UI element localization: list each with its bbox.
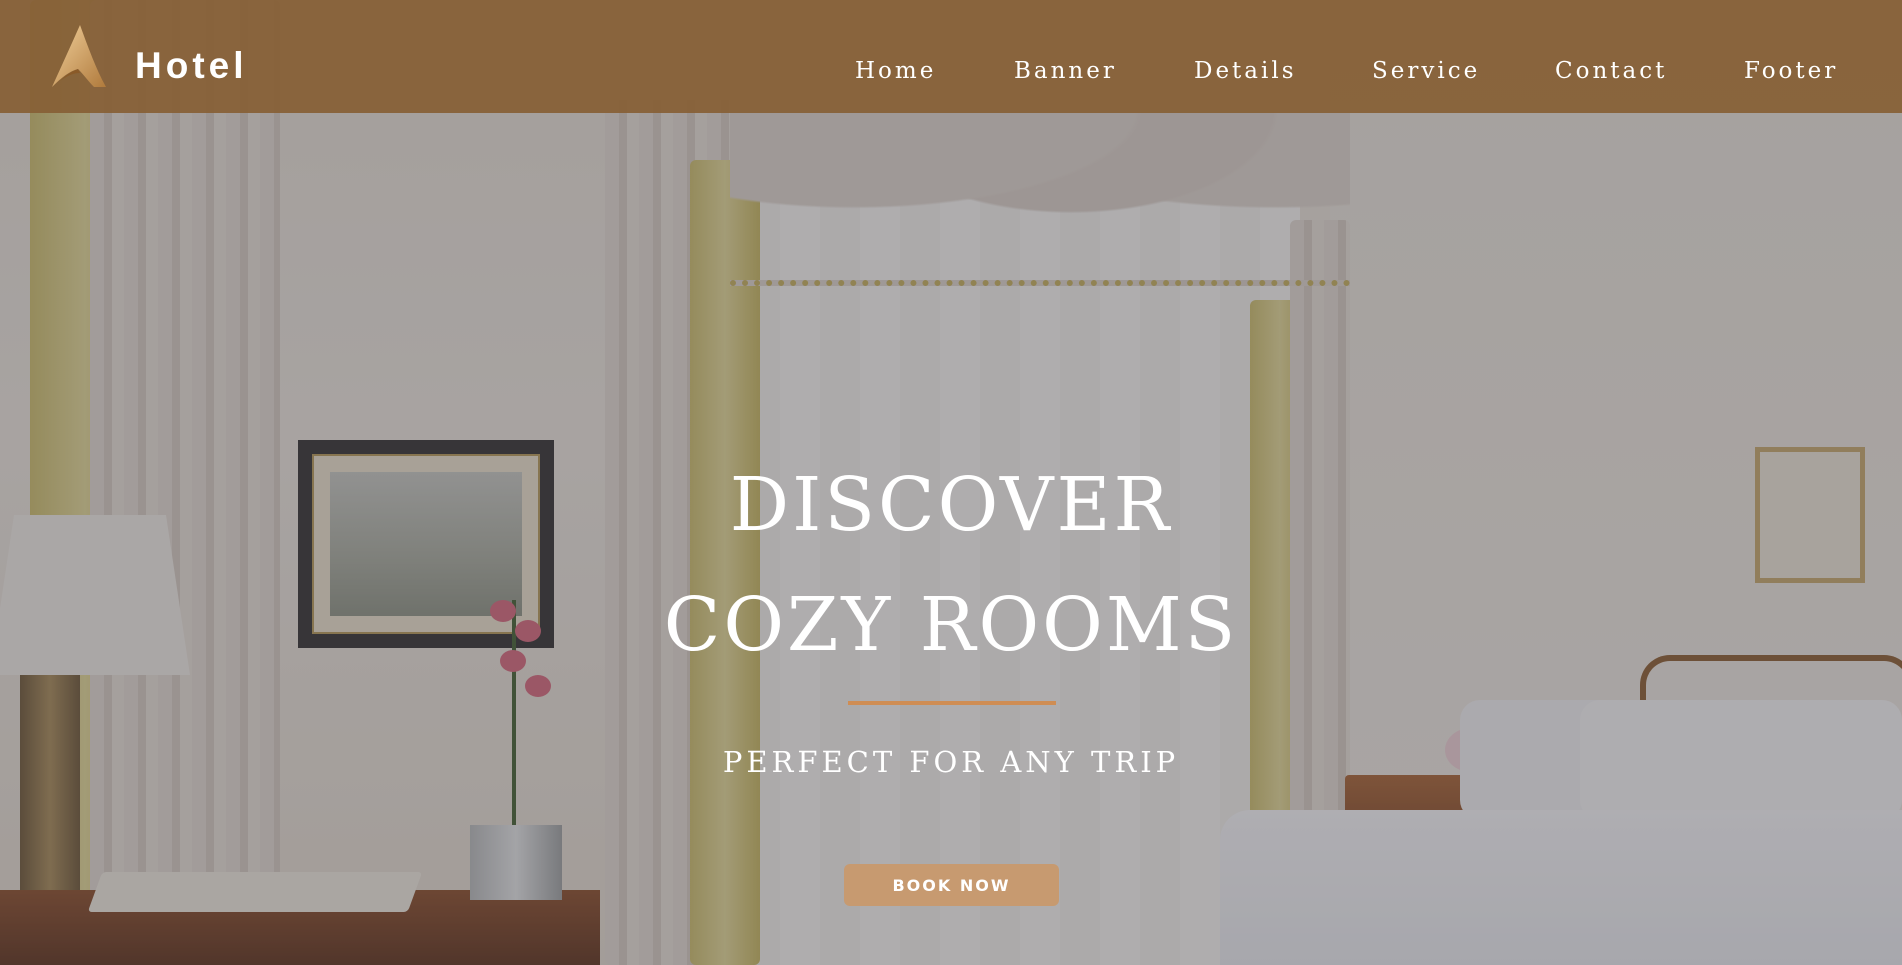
book-now-button[interactable]: BOOK NOW [844,864,1059,906]
navbar: Hotel Home Banner Details Service Contac… [0,0,1902,113]
brand-name[interactable]: Hotel [135,47,248,84]
nav-link-footer[interactable]: Footer [1744,60,1838,83]
hero-headline-line1: DISCOVER [729,462,1173,548]
nav-link-home[interactable]: Home [855,60,936,83]
hero-divider [848,701,1056,705]
hero-headline-line2: COZY ROOMS [663,582,1239,668]
nav-link-contact[interactable]: Contact [1555,60,1667,83]
hero-tagline: PERFECT FOR ANY TRIP [722,745,1180,779]
nav-link-banner[interactable]: Banner [1014,60,1117,83]
nav-link-details[interactable]: Details [1194,60,1297,83]
hotel-logo-icon[interactable] [50,25,108,89]
nav-link-service[interactable]: Service [1372,60,1480,83]
